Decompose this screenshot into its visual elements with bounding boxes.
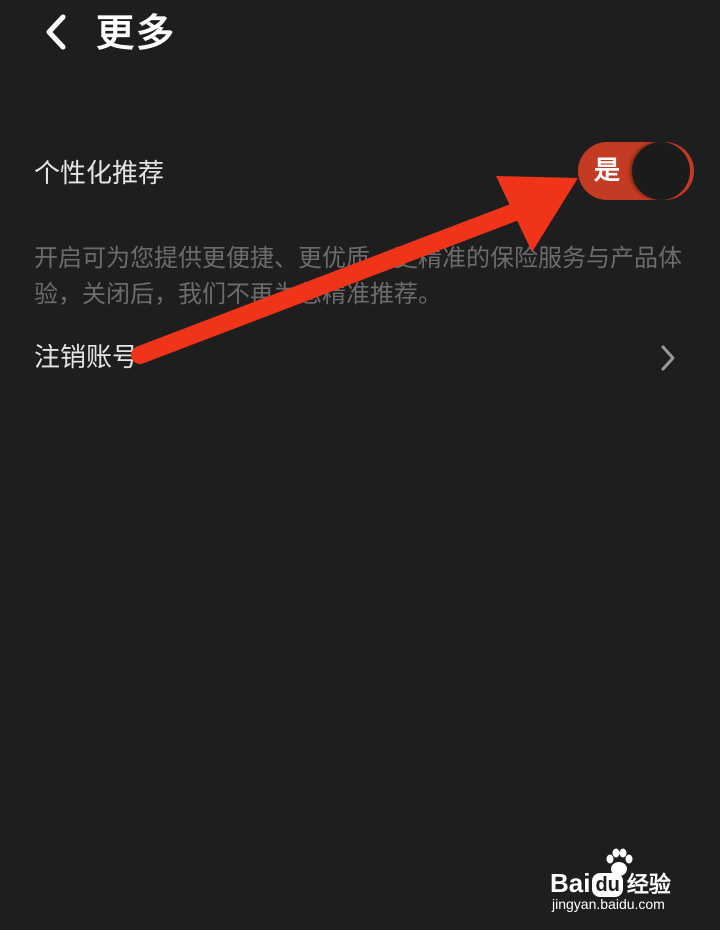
personalized-description: 开启可为您提供更便捷、更优质、更精准的保险服务与产品体验，关闭后，我们不再为您精… bbox=[34, 244, 682, 308]
watermark-brand-right: 经验 bbox=[626, 873, 671, 898]
chevron-right-icon bbox=[661, 345, 675, 371]
personalized-recommendation-label: 个性化推荐 bbox=[34, 159, 165, 189]
watermark-brand-left: Bai bbox=[550, 868, 591, 898]
toggle-state-text: 是 bbox=[594, 156, 621, 186]
watermark-brand-mid: du bbox=[592, 873, 623, 898]
cancel-account-row[interactable]: 注销账号 bbox=[0, 326, 720, 390]
header-bar: 更多 bbox=[0, 0, 720, 70]
back-button[interactable] bbox=[34, 10, 78, 54]
baidu-jingyan-watermark: Bai du 经验 jingyan.baidu.com bbox=[550, 846, 700, 916]
toggle-knob bbox=[632, 142, 690, 200]
cancel-account-label: 注销账号 bbox=[34, 343, 139, 373]
personalized-recommendation-row: 个性化推荐 是 bbox=[0, 140, 720, 208]
personalized-recommendation-toggle[interactable]: 是 bbox=[578, 142, 694, 200]
more-settings-screen: 更多 个性化推荐 是 开启可为您提供更便捷、更优质、更精准的保险服务与产品体验，… bbox=[0, 0, 720, 930]
page-title: 更多 bbox=[96, 11, 177, 55]
watermark-url: jingyan.baidu.com bbox=[552, 896, 665, 912]
chevron-left-icon bbox=[46, 14, 66, 50]
